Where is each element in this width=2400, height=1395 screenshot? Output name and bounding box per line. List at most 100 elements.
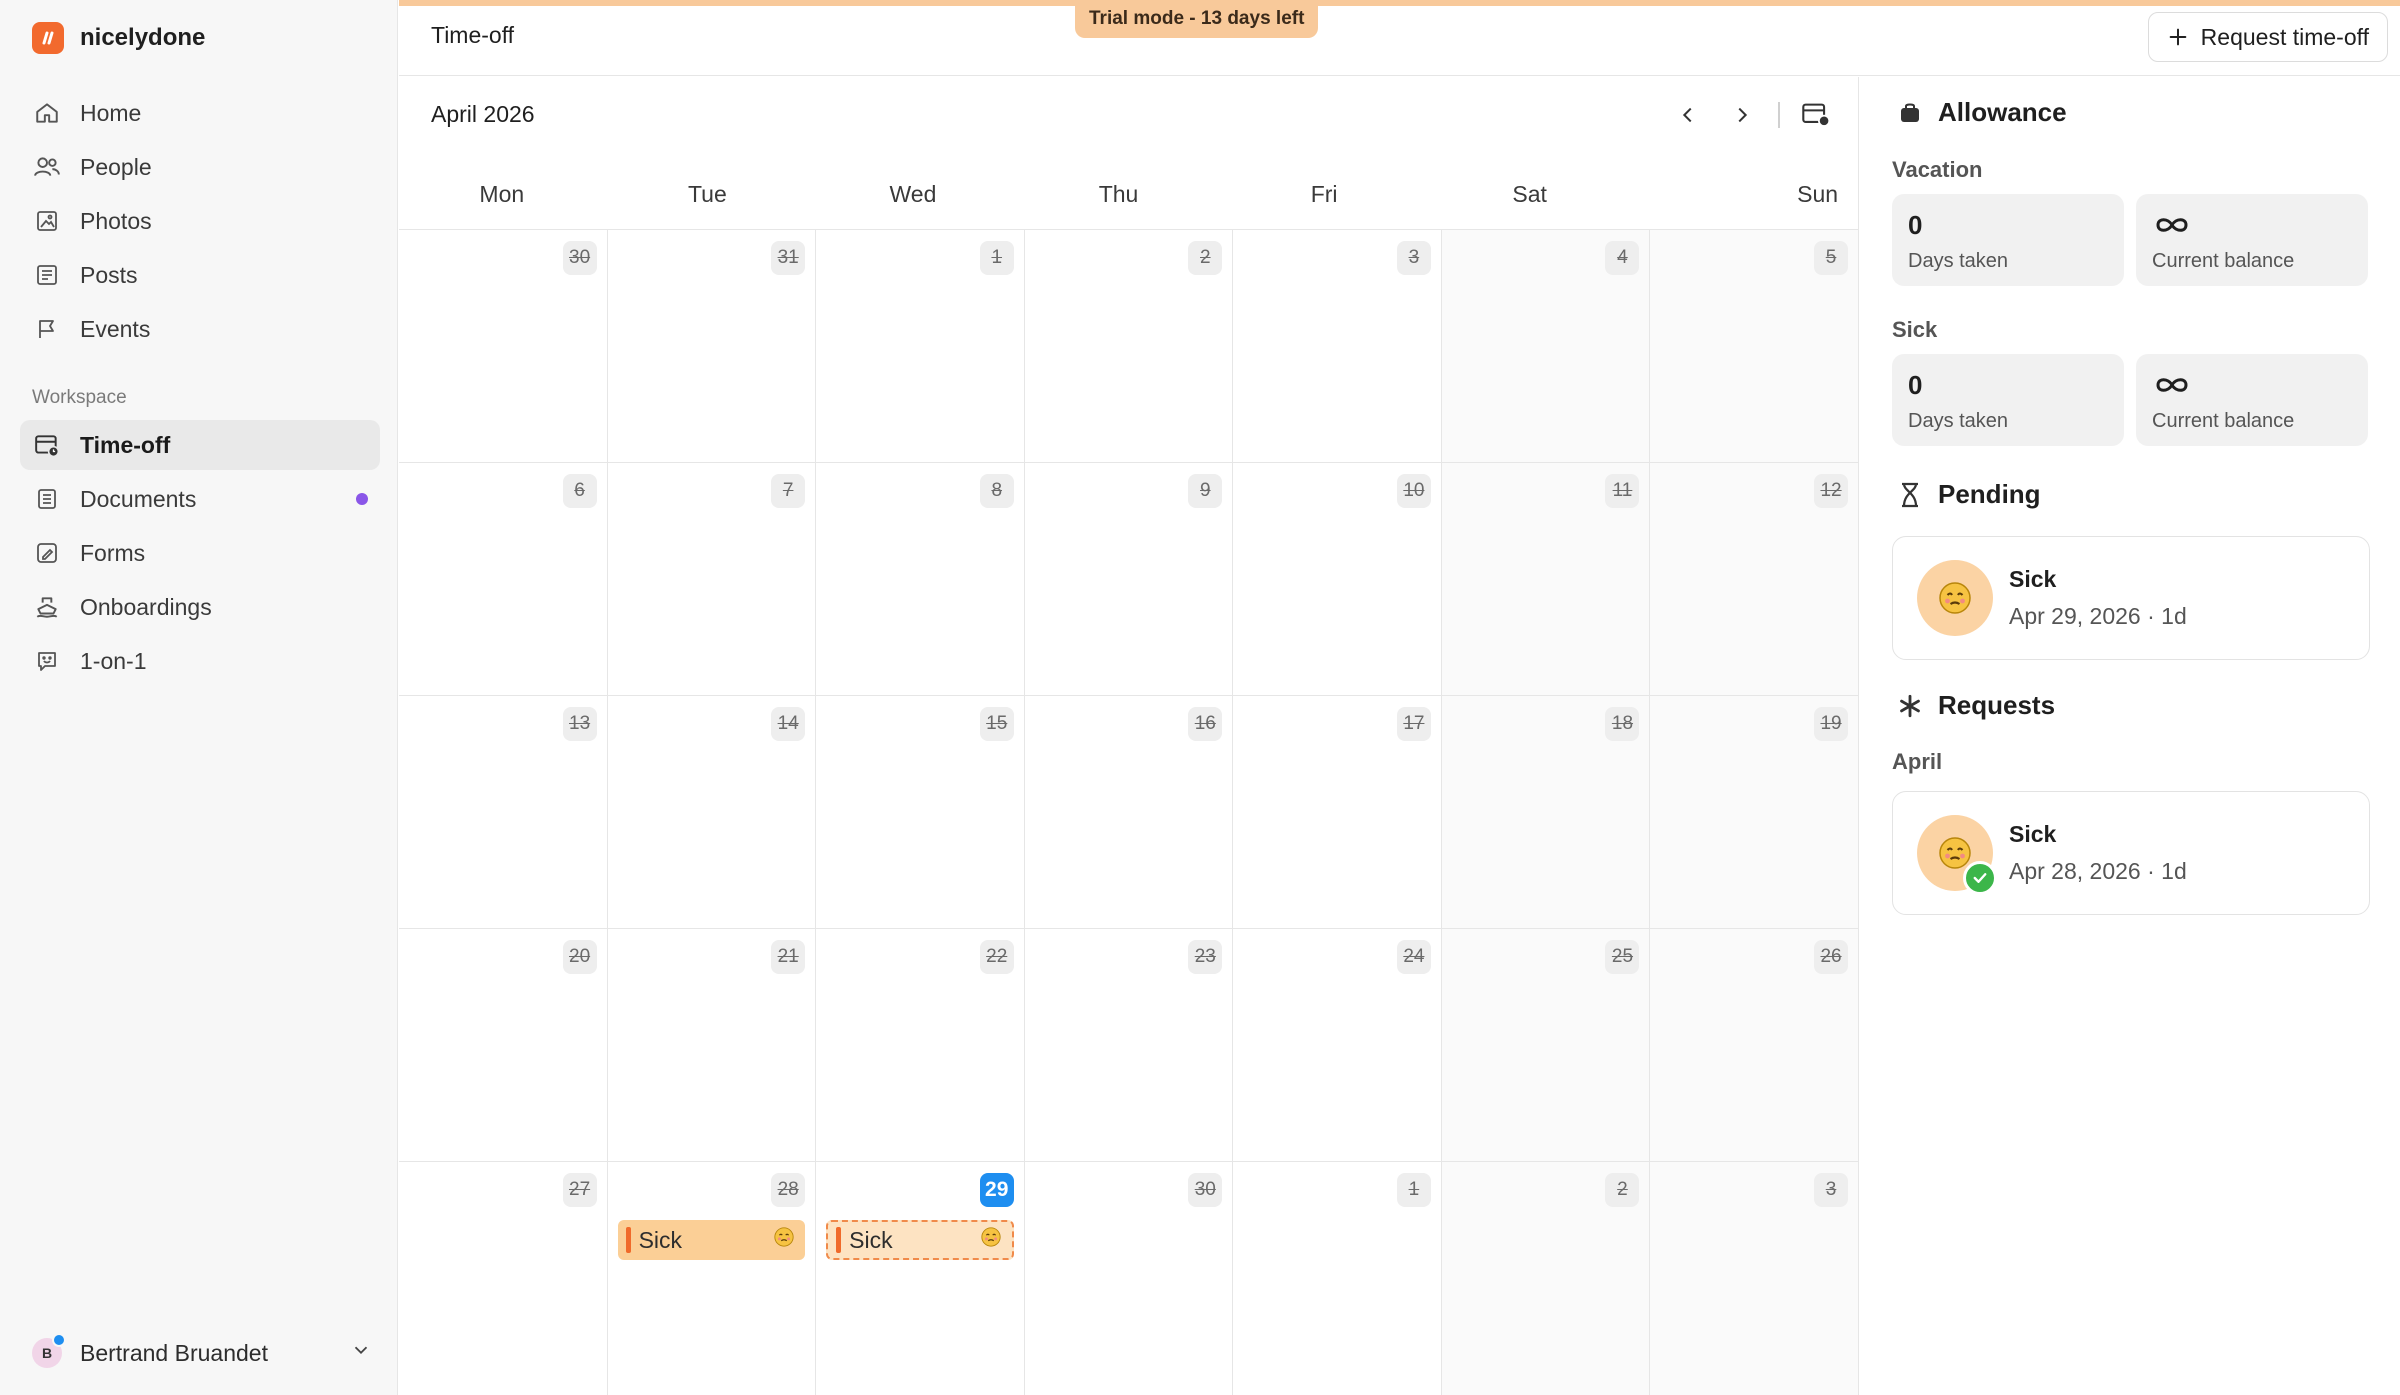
sidebar-item-photos[interactable]: Photos [20, 196, 380, 246]
time-off-event-sick[interactable]: Sick [617, 1220, 806, 1260]
right-panel: Allowance Vacation 0 Days taken Current … [1860, 77, 2400, 1395]
calendar-day[interactable]: 26 [1650, 929, 1859, 1161]
calendar-day[interactable]: 14 [607, 696, 817, 928]
calendar-day[interactable]: 24 [1233, 929, 1442, 1161]
sidebar-item-home[interactable]: Home [20, 88, 380, 138]
day-number: 26 [1814, 940, 1849, 974]
sidebar-item-label: 1-on-1 [80, 647, 147, 674]
calendar-day[interactable]: 2 [1024, 230, 1234, 462]
sidebar-item-people[interactable]: People [20, 142, 380, 192]
calendar-day[interactable]: 4 [1441, 230, 1651, 462]
calendar-day[interactable]: 9 [1024, 463, 1234, 695]
calendar-day[interactable]: 1 [816, 230, 1025, 462]
sidebar: nicelydone Home People Photos Posts Even… [0, 0, 398, 1395]
calendar-day[interactable]: 20 [399, 929, 608, 1161]
calendar-day[interactable]: 6 [399, 463, 608, 695]
calendar-day[interactable]: 13 [399, 696, 608, 928]
calendar-day[interactable]: 25 [1441, 929, 1651, 1161]
calendar-day[interactable]: 17 [1233, 696, 1442, 928]
day-number: 22 [979, 940, 1014, 974]
weekday-label: Thu [1098, 181, 1139, 207]
calendar-week: 13 14 15 16 17 18 19 [399, 696, 1859, 929]
calendar-day[interactable]: 19 [1650, 696, 1859, 928]
calendar-day[interactable]: 29 Sick [816, 1162, 1025, 1395]
chevron-right-icon[interactable] [1724, 97, 1760, 133]
calendar-day[interactable]: 3 [1650, 1162, 1859, 1395]
weekday-label: Tue [687, 181, 727, 207]
requests-title: Requests [1896, 690, 2055, 721]
calendar-day[interactable]: 30 [399, 230, 608, 462]
day-number: 10 [1396, 474, 1431, 508]
calendar-day[interactable]: 18 [1441, 696, 1651, 928]
chevron-left-icon[interactable] [1670, 97, 1706, 133]
day-number: 15 [979, 707, 1014, 741]
calendar-day[interactable]: 3 [1233, 230, 1442, 462]
infinity-icon [2152, 208, 2352, 242]
calendar-day[interactable]: 22 [816, 929, 1025, 1161]
sidebar-item-documents[interactable]: Documents [20, 474, 380, 524]
sidebar-item-time-off[interactable]: Time-off [20, 420, 380, 470]
document-icon [32, 484, 62, 514]
chevron-down-icon[interactable] [350, 1339, 372, 1367]
time-off-event-sick-pending[interactable]: Sick [826, 1220, 1014, 1260]
calendar-day[interactable]: 11 [1441, 463, 1651, 695]
check-icon [1963, 861, 1997, 895]
calendar-day[interactable]: 21 [607, 929, 817, 1161]
calendar-week: 20 21 22 23 24 25 26 [399, 929, 1859, 1162]
calendar-day[interactable]: 5 [1650, 230, 1859, 462]
calendar-day[interactable]: 27 [399, 1162, 608, 1395]
page-title: Time-off [431, 22, 515, 48]
calendar-day[interactable]: 12 [1650, 463, 1859, 695]
trial-stripe [399, 0, 2400, 6]
calendar: April 2026 Mon Tue Wed Thu Fri Sat Sun 3… [399, 77, 1859, 1395]
calendar-day[interactable]: 28 Sick [607, 1162, 817, 1395]
calendar-day[interactable]: 7 [607, 463, 817, 695]
calendar-day[interactable]: 15 [816, 696, 1025, 928]
calendar-nav [1652, 97, 1834, 133]
sick-face-icon [773, 1226, 795, 1254]
event-color-bar [836, 1227, 842, 1253]
sidebar-item-label: Documents [80, 485, 197, 512]
calendar-day[interactable]: 8 [816, 463, 1025, 695]
day-number: 3 [1396, 241, 1431, 275]
calendar-day[interactable]: 16 [1024, 696, 1234, 928]
vacation-days-taken: 0 Days taken [1892, 194, 2124, 286]
request-button-label: Request time-off [2200, 23, 2369, 50]
vacation-label: Vacation [1892, 157, 1983, 182]
day-number: 31 [771, 241, 806, 275]
calendar-settings-icon[interactable] [1798, 97, 1834, 133]
brand[interactable]: nicelydone [32, 22, 205, 54]
day-number: 13 [562, 707, 597, 741]
calendar-day[interactable]: 2 [1441, 1162, 1651, 1395]
request-time-off-button[interactable]: Request time-off [2147, 12, 2388, 62]
day-number: 19 [1814, 707, 1849, 741]
day-number: 24 [1396, 940, 1431, 974]
calendar-day[interactable]: 10 [1233, 463, 1442, 695]
day-number: 8 [979, 474, 1014, 508]
allowance-label: Allowance [1938, 97, 2067, 127]
pending-request-card[interactable]: Sick Apr 29, 2026 · 1d [1892, 536, 2370, 660]
card-meta: Apr 29, 2026 · 1d [2009, 603, 2187, 629]
day-number: 9 [1188, 474, 1223, 508]
pending-label: Pending [1938, 479, 2041, 509]
trial-badge[interactable]: Trial mode - 13 days left [1075, 0, 1319, 38]
user-menu[interactable]: B Bertrand Bruandet [32, 1333, 372, 1373]
brand-name: nicelydone [80, 24, 206, 51]
calendar-day[interactable]: 1 [1233, 1162, 1442, 1395]
sidebar-item-1-on-1[interactable]: 1-on-1 [20, 636, 380, 686]
unread-dot [356, 493, 368, 505]
weekday-header: Mon Tue Wed Thu Fri Sat Sun [399, 181, 1858, 221]
request-card[interactable]: Sick Apr 28, 2026 · 1d [1892, 791, 2370, 915]
day-number: 20 [562, 940, 597, 974]
calendar-day[interactable]: 30 [1024, 1162, 1234, 1395]
calendar-clock-icon [32, 430, 62, 460]
calendar-day[interactable]: 23 [1024, 929, 1234, 1161]
sidebar-item-events[interactable]: Events [20, 304, 380, 354]
workspace-section-label: Workspace [32, 387, 127, 408]
calendar-week: 30 31 1 2 3 4 5 [399, 230, 1859, 463]
posts-icon [32, 260, 62, 290]
sidebar-item-onboardings[interactable]: Onboardings [20, 582, 380, 632]
sidebar-item-forms[interactable]: Forms [20, 528, 380, 578]
sidebar-item-posts[interactable]: Posts [20, 250, 380, 300]
calendar-day[interactable]: 31 [607, 230, 817, 462]
